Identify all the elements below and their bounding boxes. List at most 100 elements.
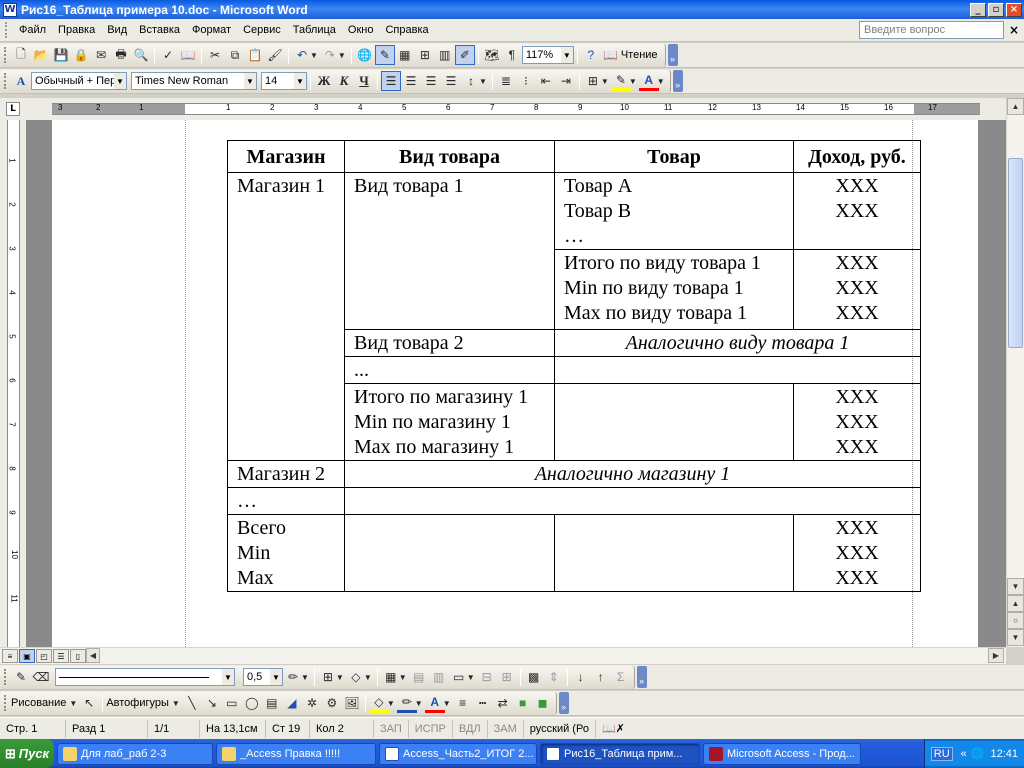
spelling-icon[interactable]: ✓ — [158, 45, 178, 65]
columns-icon[interactable]: ▥ — [435, 45, 455, 65]
justify-icon[interactable]: ☰ — [441, 71, 461, 91]
autosum-icon[interactable]: Σ — [611, 667, 631, 687]
undo-icon[interactable]: ↶ — [292, 45, 312, 65]
kind2-cell[interactable]: Вид товара 2 — [344, 329, 555, 357]
goods-cell[interactable]: Товар А Товар В … — [554, 172, 794, 250]
research-icon[interactable]: 📖 — [178, 45, 198, 65]
line-style-select[interactable]: ▼ — [55, 668, 235, 686]
previous-page-icon[interactable]: ▲ — [1007, 595, 1024, 612]
store2-cell[interactable]: Магазин 2 — [227, 460, 345, 488]
menu-edit[interactable]: Правка — [52, 22, 101, 38]
language-indicator[interactable]: RU — [930, 746, 953, 761]
report-structure-table[interactable]: Магазин Вид товара Товар Доход, руб. Маг… — [227, 140, 921, 592]
menu-format[interactable]: Формат — [186, 22, 237, 38]
kind2-note-cell[interactable]: Аналогично виду товара 1 — [554, 329, 921, 357]
toolbar-grip[interactable] — [4, 695, 7, 711]
shading-dropdown-icon[interactable]: ▼ — [364, 673, 372, 682]
insert-table-dropdown-icon[interactable]: ▼ — [399, 673, 407, 682]
network-icon[interactable]: 🌐 — [971, 747, 985, 760]
menu-view[interactable]: Вид — [101, 22, 133, 38]
border-color-dropdown-icon[interactable]: ▼ — [301, 673, 309, 682]
font-size-dropdown-icon[interactable]: ▼ — [294, 73, 306, 89]
cut-icon[interactable]: ✂ — [205, 45, 225, 65]
drawing-menu[interactable]: Рисование — [11, 697, 66, 709]
goods-income-cell[interactable]: XXX XXX — [793, 172, 921, 250]
reading-view-icon[interactable]: ▯ — [70, 649, 86, 663]
insert-excel-icon[interactable]: ⊞ — [415, 45, 435, 65]
numbering-icon[interactable]: ≣ — [496, 71, 516, 91]
kind-totals-income-cell[interactable]: XXX XXX XXX — [793, 249, 921, 330]
line-weight-dropdown-icon[interactable]: ▼ — [270, 669, 282, 685]
text-direction-icon[interactable]: ⇕ — [544, 667, 564, 687]
paste-icon[interactable]: 📋 — [245, 45, 265, 65]
toolbar-grip[interactable] — [4, 47, 7, 63]
copy-icon[interactable]: ⧉ — [225, 45, 245, 65]
minimize-button[interactable]: _ — [970, 2, 986, 17]
align-cell-icon[interactable]: ▭ — [449, 667, 469, 687]
drawing-toggle-icon[interactable]: ✐ — [454, 45, 475, 65]
arrow-style-icon[interactable]: ⇄ — [493, 693, 513, 713]
merge-cells-icon[interactable]: ▤ — [409, 667, 429, 687]
print-preview-icon[interactable]: 🔍 — [131, 45, 151, 65]
vertical-ruler[interactable]: 1 2 3 4 5 6 7 8 9 10 11 — [0, 120, 26, 647]
ruler-strip[interactable]: 3 2 1 1 2 3 4 5 6 7 8 9 10 11 12 13 14 1… — [52, 103, 980, 115]
store-totals-cell[interactable]: Итого по магазину 1 Min по магазину 1 Ma… — [344, 383, 555, 461]
scroll-down-icon[interactable]: ▼ — [1007, 578, 1024, 595]
underline-button[interactable]: Ч — [354, 71, 374, 91]
normal-view-icon[interactable]: ≡ — [2, 649, 18, 663]
tab-selector-icon[interactable]: L — [6, 102, 20, 116]
kind-ellipsis-cell[interactable]: ... — [344, 356, 555, 384]
document-map-icon[interactable]: 🗺 — [482, 45, 502, 65]
clock[interactable]: 12:41 — [990, 748, 1018, 760]
store-totals-income-cell[interactable]: XXX XXX XXX — [793, 383, 921, 461]
print-layout-view-icon[interactable]: ▣ — [19, 649, 35, 663]
browse-object-icon[interactable]: ○ — [1007, 612, 1024, 629]
open-icon[interactable]: 📂 — [31, 45, 51, 65]
status-record[interactable]: ЗАП — [374, 719, 409, 738]
email-icon[interactable]: ✉ — [91, 45, 111, 65]
taskbar-item-word-active[interactable]: Рис16_Таблица прим... — [540, 742, 700, 765]
font-color-icon[interactable]: A — [424, 693, 445, 713]
scroll-left-icon[interactable]: ◀ — [86, 648, 100, 663]
insert-table-icon[interactable]: ▦ — [395, 45, 415, 65]
kind-totals-cell[interactable]: Итого по виду товара 1 Min по виду товар… — [554, 249, 794, 330]
borders-dropdown-icon[interactable]: ▼ — [601, 77, 609, 86]
wordart-icon[interactable]: ◢ — [282, 693, 302, 713]
line-weight-select[interactable]: 0,5 ▼ — [243, 668, 283, 686]
menu-table[interactable]: Таблица — [287, 22, 342, 38]
start-button[interactable]: ⊞ Пуск — [0, 739, 54, 768]
text-box-icon[interactable]: ▤ — [262, 693, 282, 713]
dash-style-icon[interactable]: ┅ — [473, 693, 493, 713]
status-overtype[interactable]: ЗАМ — [488, 719, 524, 738]
format-painter-icon[interactable]: 🖌 — [265, 45, 285, 65]
sort-ascending-icon[interactable]: ↓ — [571, 667, 591, 687]
header-store[interactable]: Магазин — [227, 140, 345, 173]
header-kind[interactable]: Вид товара — [344, 140, 555, 173]
borders-icon[interactable]: ⊞ — [583, 71, 603, 91]
document-page[interactable]: Магазин Вид товара Товар Доход, руб. Маг… — [52, 120, 978, 647]
store1-cell[interactable]: Магазин 1 — [227, 172, 345, 461]
drawing-dropdown-icon[interactable]: ▼ — [69, 699, 77, 708]
word-app-icon[interactable]: W — [3, 2, 17, 17]
tables-borders-icon[interactable]: ✎ — [374, 45, 395, 65]
bold-button[interactable]: Ж — [314, 71, 334, 91]
reading-layout-icon[interactable]: 📖 — [601, 45, 621, 65]
toolbar-options-icon[interactable]: » — [558, 692, 569, 714]
save-icon[interactable]: 💾 — [51, 45, 71, 65]
empty-cell[interactable] — [554, 514, 794, 592]
insert-picture-icon[interactable]: 🖼 — [342, 693, 362, 713]
status-extend[interactable]: ВДЛ — [453, 719, 488, 738]
redo-dropdown-icon[interactable]: ▼ — [338, 51, 346, 60]
outline-view-icon[interactable]: ☰ — [53, 649, 69, 663]
border-color-icon[interactable]: ✏ — [283, 667, 303, 687]
grand-totals-cell[interactable]: Всего Min Max — [227, 514, 345, 592]
rectangle-icon[interactable]: ▭ — [222, 693, 242, 713]
vertical-scrollbar[interactable]: ▲ ▼ ▲ ○ ▼ — [1006, 98, 1024, 647]
toolbar-options-icon[interactable]: » — [672, 70, 683, 92]
eraser-icon[interactable]: ⌫ — [31, 667, 51, 687]
ask-question-input[interactable]: Введите вопрос — [859, 21, 1004, 39]
font-color-dropdown-icon[interactable]: ▼ — [443, 699, 451, 708]
status-track-changes[interactable]: ИСПР — [409, 719, 453, 738]
scrollbar-thumb[interactable] — [1008, 158, 1023, 348]
3d-style-icon[interactable]: ◼ — [533, 693, 553, 713]
